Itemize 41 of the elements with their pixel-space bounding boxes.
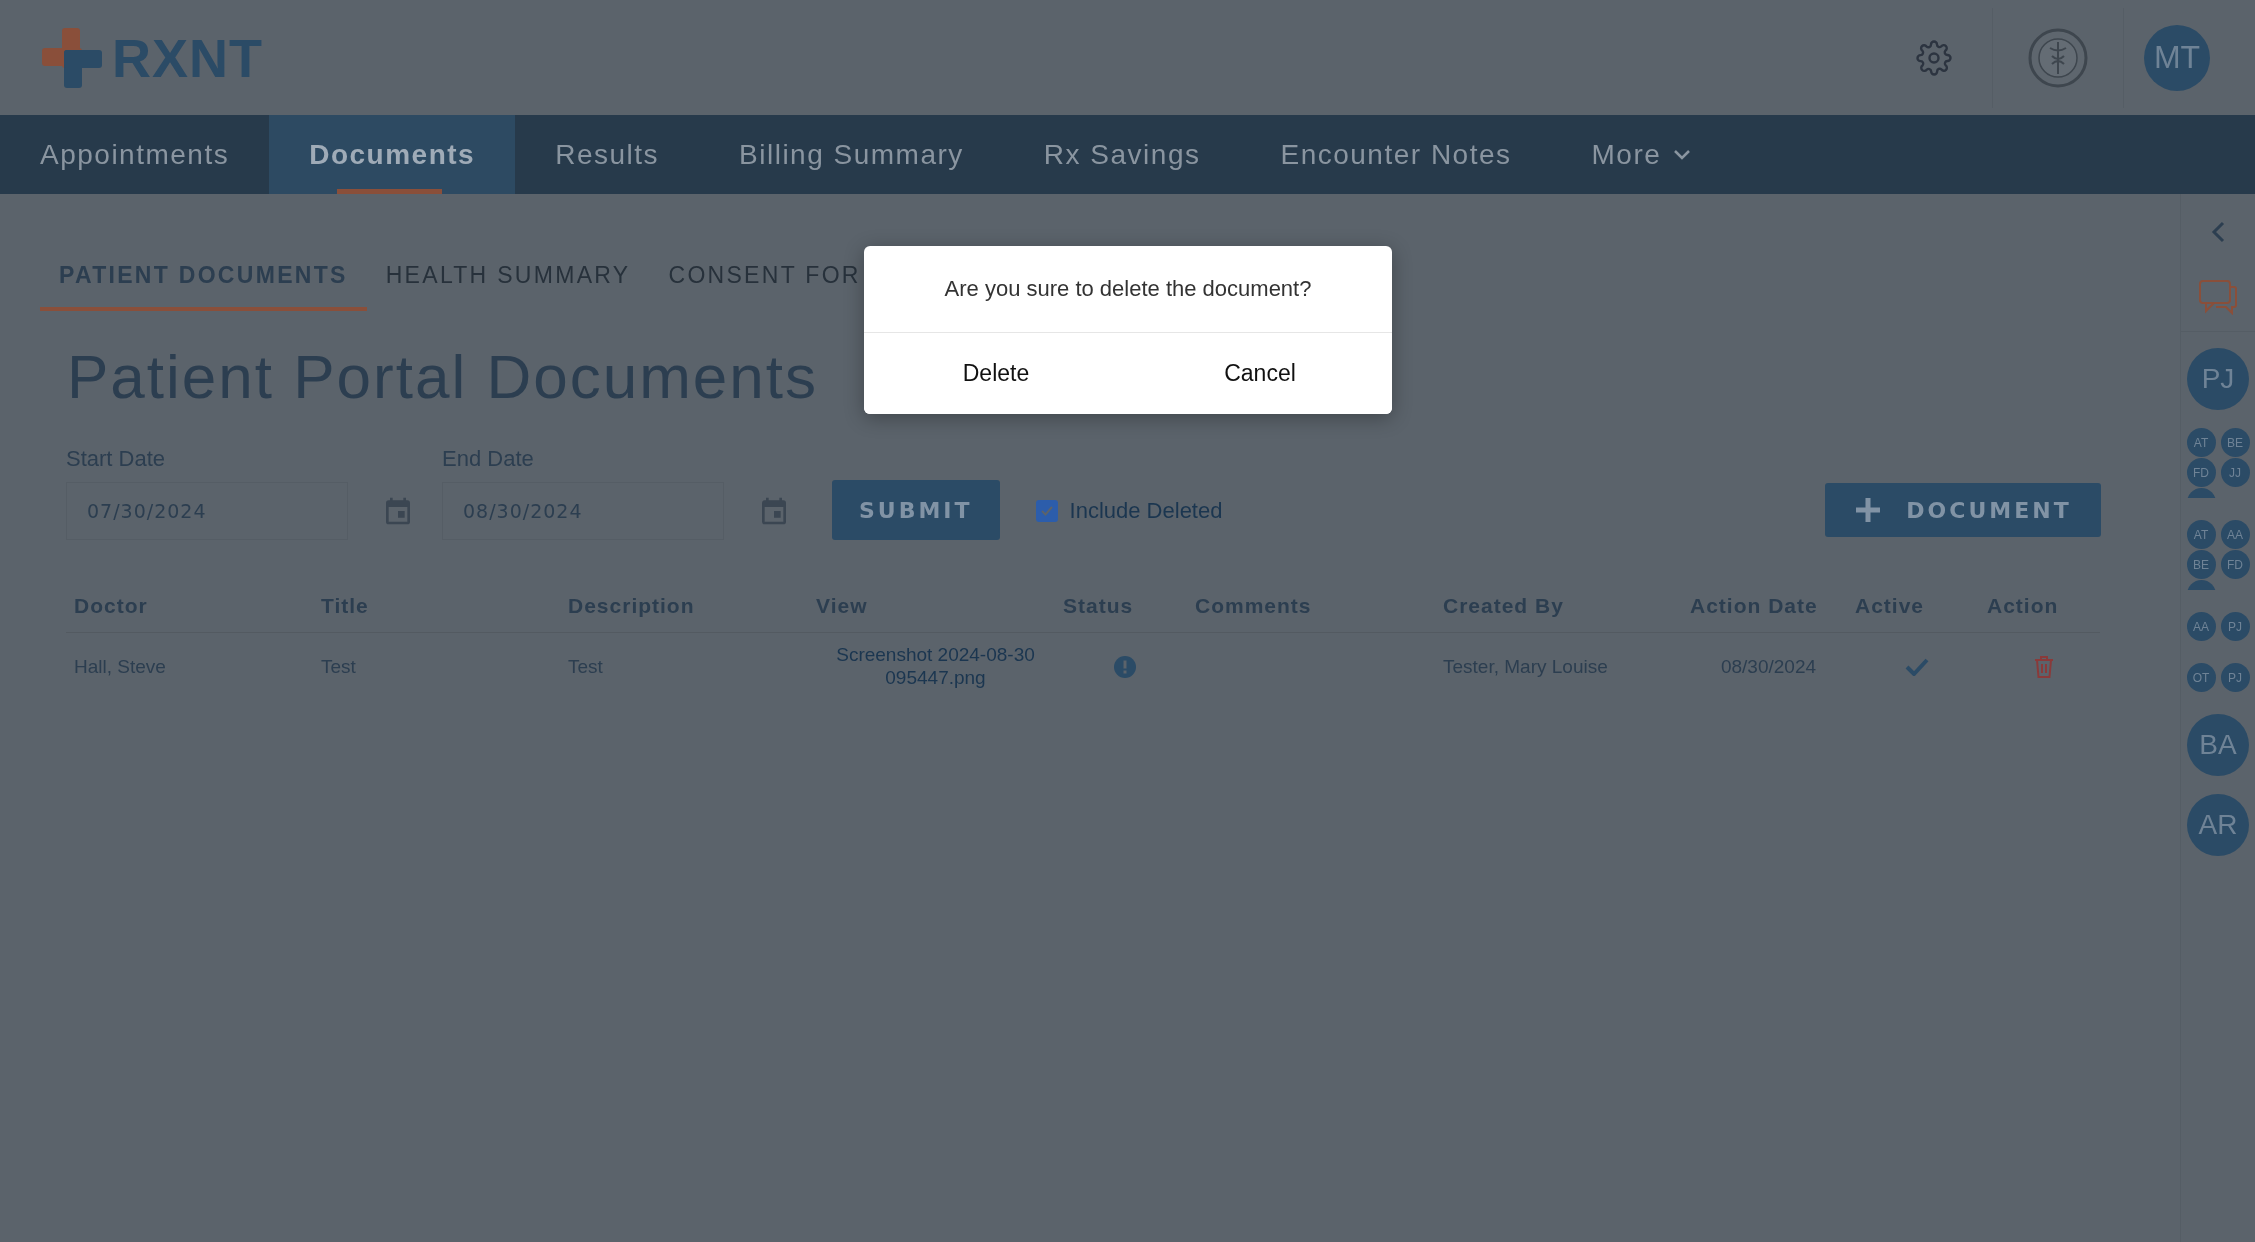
avatar[interactable]: AT [2186, 428, 2216, 457]
avatar[interactable]: BA [2187, 714, 2249, 776]
avatar[interactable]: FD [2220, 550, 2250, 579]
avatar[interactable]: JJ [2220, 458, 2250, 487]
avatar[interactable]: PJ [2187, 348, 2249, 410]
chat-icon[interactable] [2198, 279, 2238, 315]
nav-tab[interactable]: Documents [269, 115, 516, 194]
avatar[interactable]: AA [2186, 612, 2216, 641]
avatar[interactable]: PJ [2220, 663, 2250, 692]
checkbox[interactable] [1035, 500, 1058, 522]
add-document-button[interactable]: DOCUMENT [1825, 483, 2101, 537]
avatar[interactable]: AR [2187, 794, 2249, 856]
avatar[interactable]: FD [2186, 458, 2216, 487]
avatar[interactable]: PJ [2220, 612, 2250, 641]
alert-icon [1114, 656, 1136, 678]
settings-icon[interactable] [1916, 39, 1952, 76]
user-avatar[interactable]: MT [2144, 24, 2210, 91]
checkbox-label: Include Deleted [1069, 498, 1223, 524]
avatar[interactable]: OT [2186, 663, 2216, 692]
emblem-icon [2028, 27, 2088, 88]
nav-tab[interactable]: Results [515, 115, 700, 194]
dialog-message: Are you sure to delete the document? [944, 276, 1312, 302]
nav-tab[interactable]: Encounter Notes [1240, 115, 1552, 194]
nav-tab[interactable]: Rx Savings [1003, 115, 1241, 194]
trash-icon[interactable] [2033, 655, 2054, 679]
chevron-down-icon [1673, 148, 1692, 161]
collapse-chevron-icon[interactable] [2211, 221, 2225, 243]
dialog-button[interactable]: Cancel [1128, 333, 1392, 414]
submit-button[interactable]: SUBMIT [832, 480, 1000, 540]
nav-tab[interactable]: Appointments [0, 115, 270, 194]
avatar[interactable]: AA [2220, 520, 2250, 549]
avatar[interactable]: BE [2220, 428, 2250, 457]
avatar[interactable]: BE [2186, 550, 2216, 579]
file-link[interactable]: Screenshot 2024-08-30 095447.png [835, 644, 1036, 690]
nav-tab[interactable]: Billing Summary [699, 115, 1004, 194]
logo-cross-icon [42, 27, 102, 88]
nav-tab[interactable]: More [1551, 115, 1732, 194]
dialog-button[interactable]: Delete [864, 333, 1128, 414]
avatar[interactable]: AT [2186, 520, 2216, 549]
plus-icon [1854, 496, 1883, 524]
checkmark-icon [1040, 506, 1053, 516]
